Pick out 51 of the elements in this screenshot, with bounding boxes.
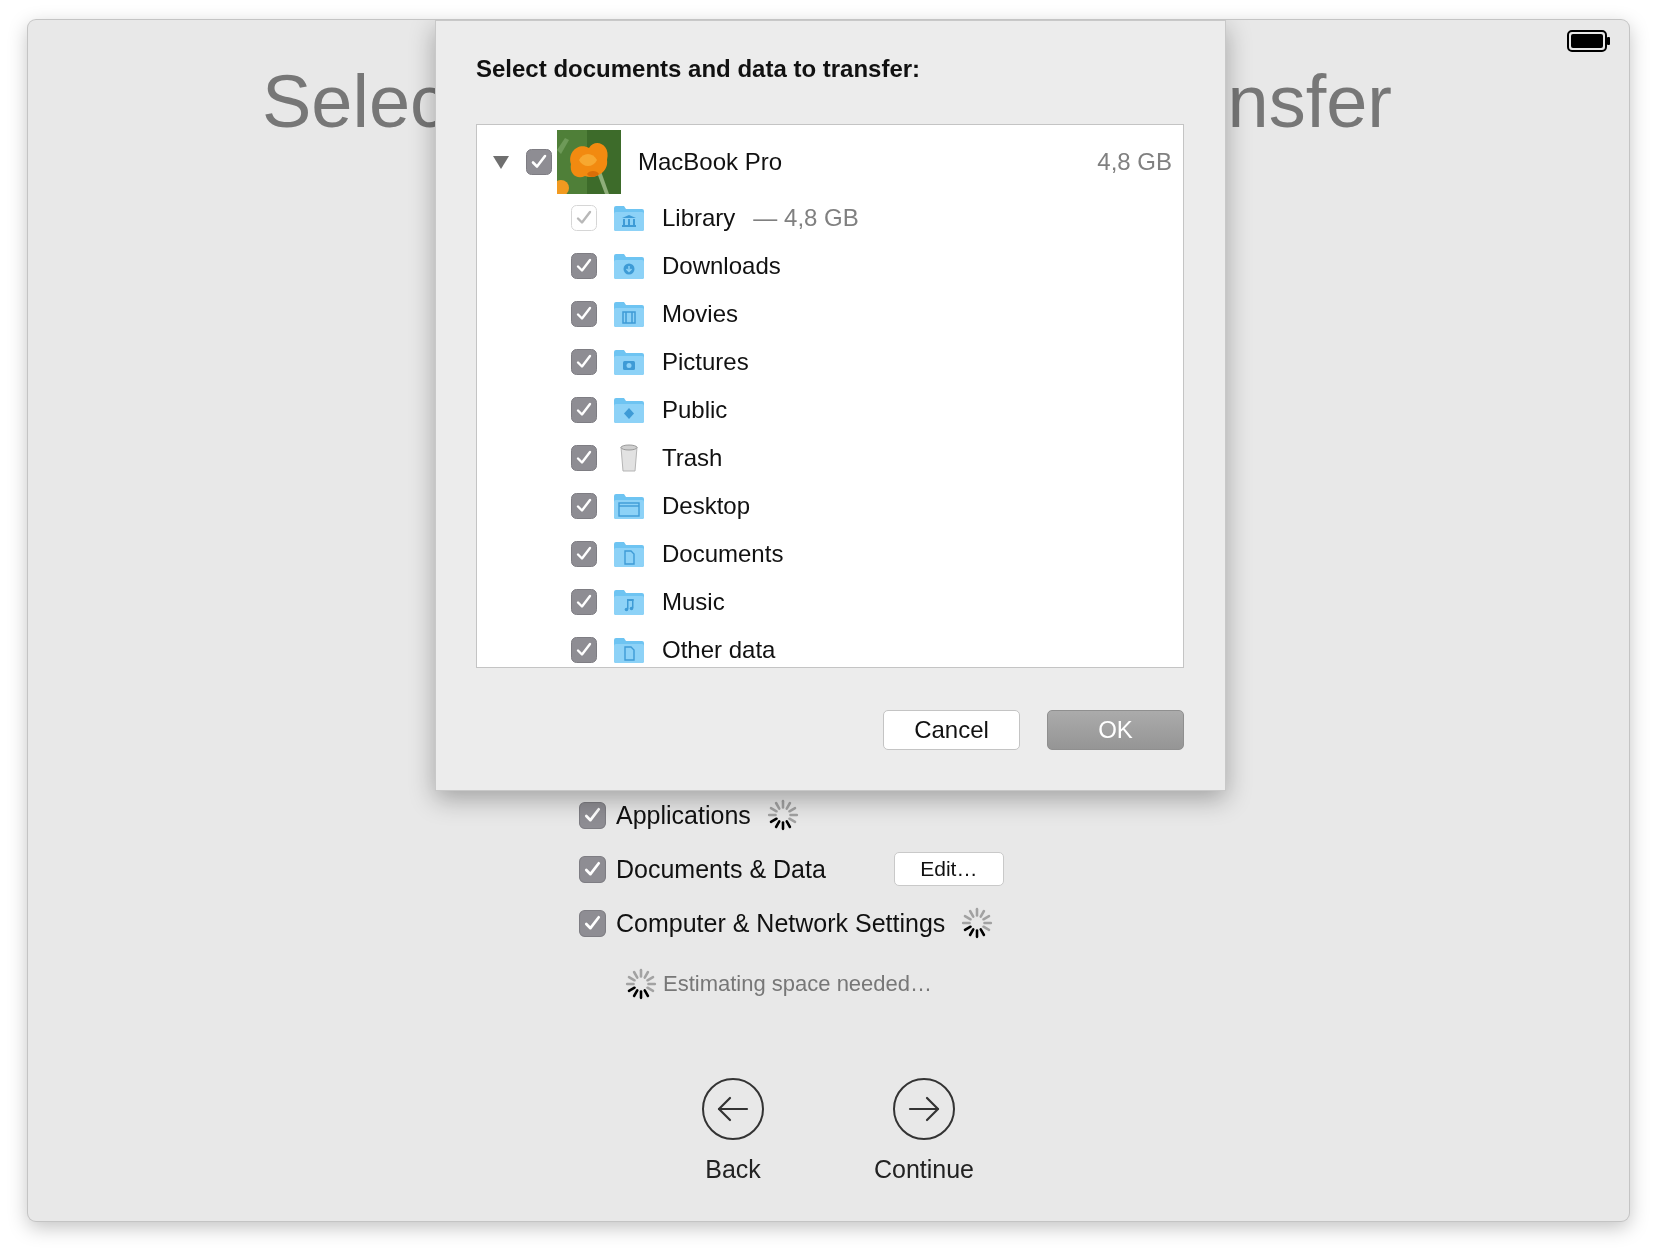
checkbox[interactable] (571, 637, 597, 663)
nav-label[interactable]: Continue (873, 1155, 975, 1184)
folder-name: Public (662, 396, 728, 424)
option-label: Computer & Network Settings (616, 908, 946, 938)
cancel-button[interactable]: Cancel (883, 710, 1020, 750)
folder-icon (613, 299, 645, 329)
option-label: Documents & Data (616, 854, 826, 884)
folder-name: Documents (662, 540, 784, 568)
checkbox[interactable] (571, 541, 597, 567)
folder-name: Pictures (662, 348, 749, 376)
spinner-icon (961, 907, 994, 939)
folder-name: Music (662, 588, 725, 616)
spinner-icon (766, 799, 799, 831)
folder-icon (613, 251, 645, 281)
checkbox[interactable] (579, 801, 606, 829)
nav-label[interactable]: Back (705, 1155, 761, 1184)
checkbox[interactable] (571, 253, 597, 279)
edit-button[interactable]: Edit… (893, 852, 1004, 886)
folder-name: Desktop (662, 492, 751, 520)
folder-icon (613, 491, 645, 521)
spinner-icon (625, 968, 657, 1000)
folder-icon (613, 539, 645, 569)
status-text: Estimating space needed… (663, 971, 933, 997)
folder-icon (613, 347, 645, 377)
folder-icon (613, 395, 645, 425)
checkbox[interactable] (526, 149, 552, 175)
device-name: MacBook Pro (638, 148, 783, 176)
checkbox[interactable] (571, 349, 597, 375)
folder-name: Other data (662, 636, 776, 664)
disclosure-triangle-icon[interactable] (492, 153, 510, 171)
checkbox[interactable] (571, 589, 597, 615)
checkbox[interactable] (571, 397, 597, 423)
size-label: 4,8 GB (1097, 148, 1172, 176)
folder-name: Trash (662, 444, 723, 472)
folder-icon (613, 635, 645, 665)
checkbox[interactable] (571, 493, 597, 519)
folder-name: Downloads (662, 252, 781, 280)
checkbox[interactable] (579, 855, 606, 883)
page-title: nsfer (1227, 60, 1392, 144)
dialog-title: Select documents and data to transfer: (476, 54, 922, 84)
checkbox[interactable] (571, 301, 597, 327)
size-label: — 4,8 GB (753, 204, 859, 232)
option-label: Applications (616, 800, 751, 830)
folder-name: Movies (662, 300, 739, 328)
folder-name: Library (662, 204, 736, 232)
folder-icon (613, 587, 645, 617)
battery-icon (1567, 30, 1611, 52)
folder-icon (613, 203, 645, 233)
checkbox[interactable] (579, 909, 606, 937)
checkbox[interactable] (571, 445, 597, 471)
page-title: Selec (262, 60, 448, 144)
